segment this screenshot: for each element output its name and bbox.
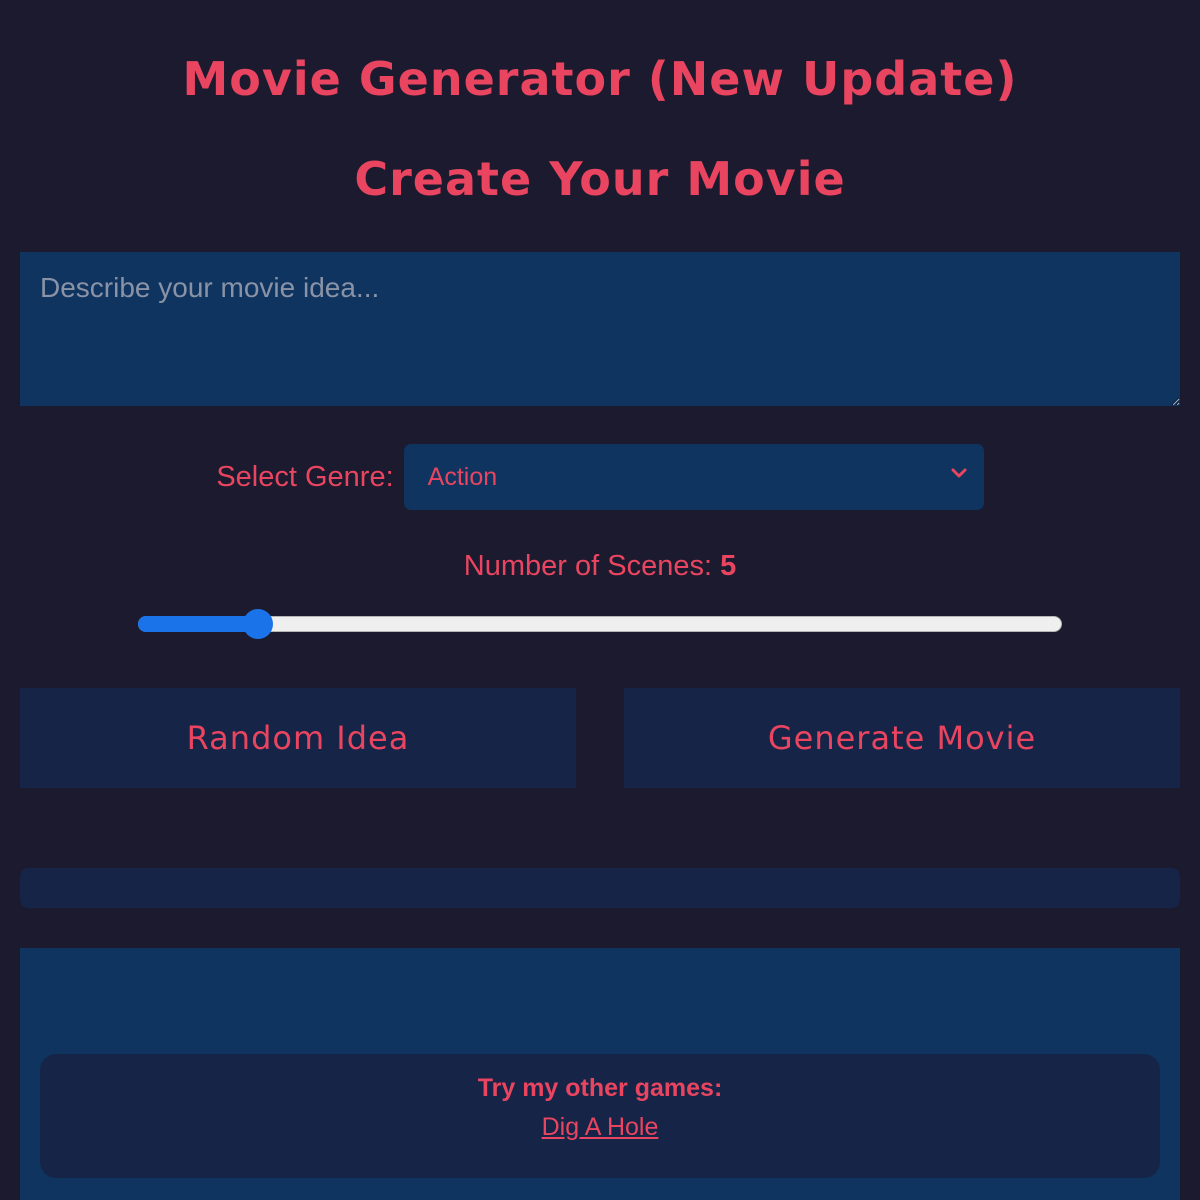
other-games-card: Try my other games: Dig A Hole [40, 1054, 1160, 1178]
other-games-heading: Try my other games: [477, 1074, 723, 1102]
scenes-slider[interactable] [138, 609, 1062, 639]
genre-select[interactable]: Action [403, 444, 984, 510]
footer: Try my other games: Dig A Hole [20, 948, 1180, 1200]
slider-thumb[interactable] [243, 609, 274, 639]
movie-output-area [20, 868, 1180, 908]
slider-track [138, 616, 1062, 632]
movie-idea-input[interactable] [20, 252, 1180, 406]
app-title: Movie Generator (New Update) [182, 52, 1018, 106]
scenes-count: 5 [720, 550, 737, 582]
dig-a-hole-link[interactable]: Dig A Hole [542, 1113, 659, 1142]
section-title: Create Your Movie [354, 152, 846, 206]
genre-selected-value: Action [427, 462, 498, 491]
genre-row: Select Genre: Action [0, 444, 1200, 510]
random-idea-button[interactable]: Random Idea [20, 688, 576, 788]
scenes-label: Number of Scenes: 5 [0, 550, 1200, 583]
slider-fill [138, 616, 259, 632]
scenes-label-text: Number of Scenes: [463, 550, 721, 582]
page: Movie Generator (New Update) Create Your… [0, 0, 1200, 1200]
generate-movie-button[interactable]: Generate Movie [624, 688, 1180, 788]
chevron-down-icon [951, 468, 967, 478]
genre-label: Select Genre: [216, 460, 394, 493]
